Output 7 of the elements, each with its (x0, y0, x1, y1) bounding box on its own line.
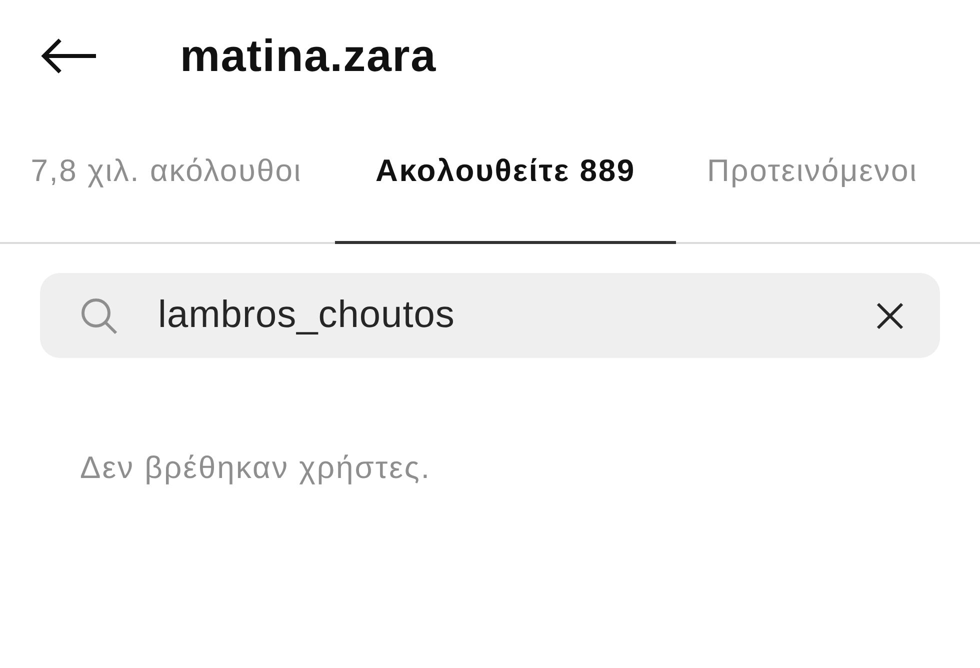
tab[interactable]: Ακολουθείτε 889 (335, 112, 676, 244)
profile-username: matina.zara (180, 30, 436, 82)
search-icon (80, 296, 118, 334)
search-field[interactable]: lambros_choutos (40, 273, 940, 358)
search-input[interactable]: lambros_choutos (158, 294, 876, 337)
empty-message: Δεν βρέθηκαν χρήστες. (80, 450, 432, 486)
clear-button[interactable] (876, 302, 904, 330)
